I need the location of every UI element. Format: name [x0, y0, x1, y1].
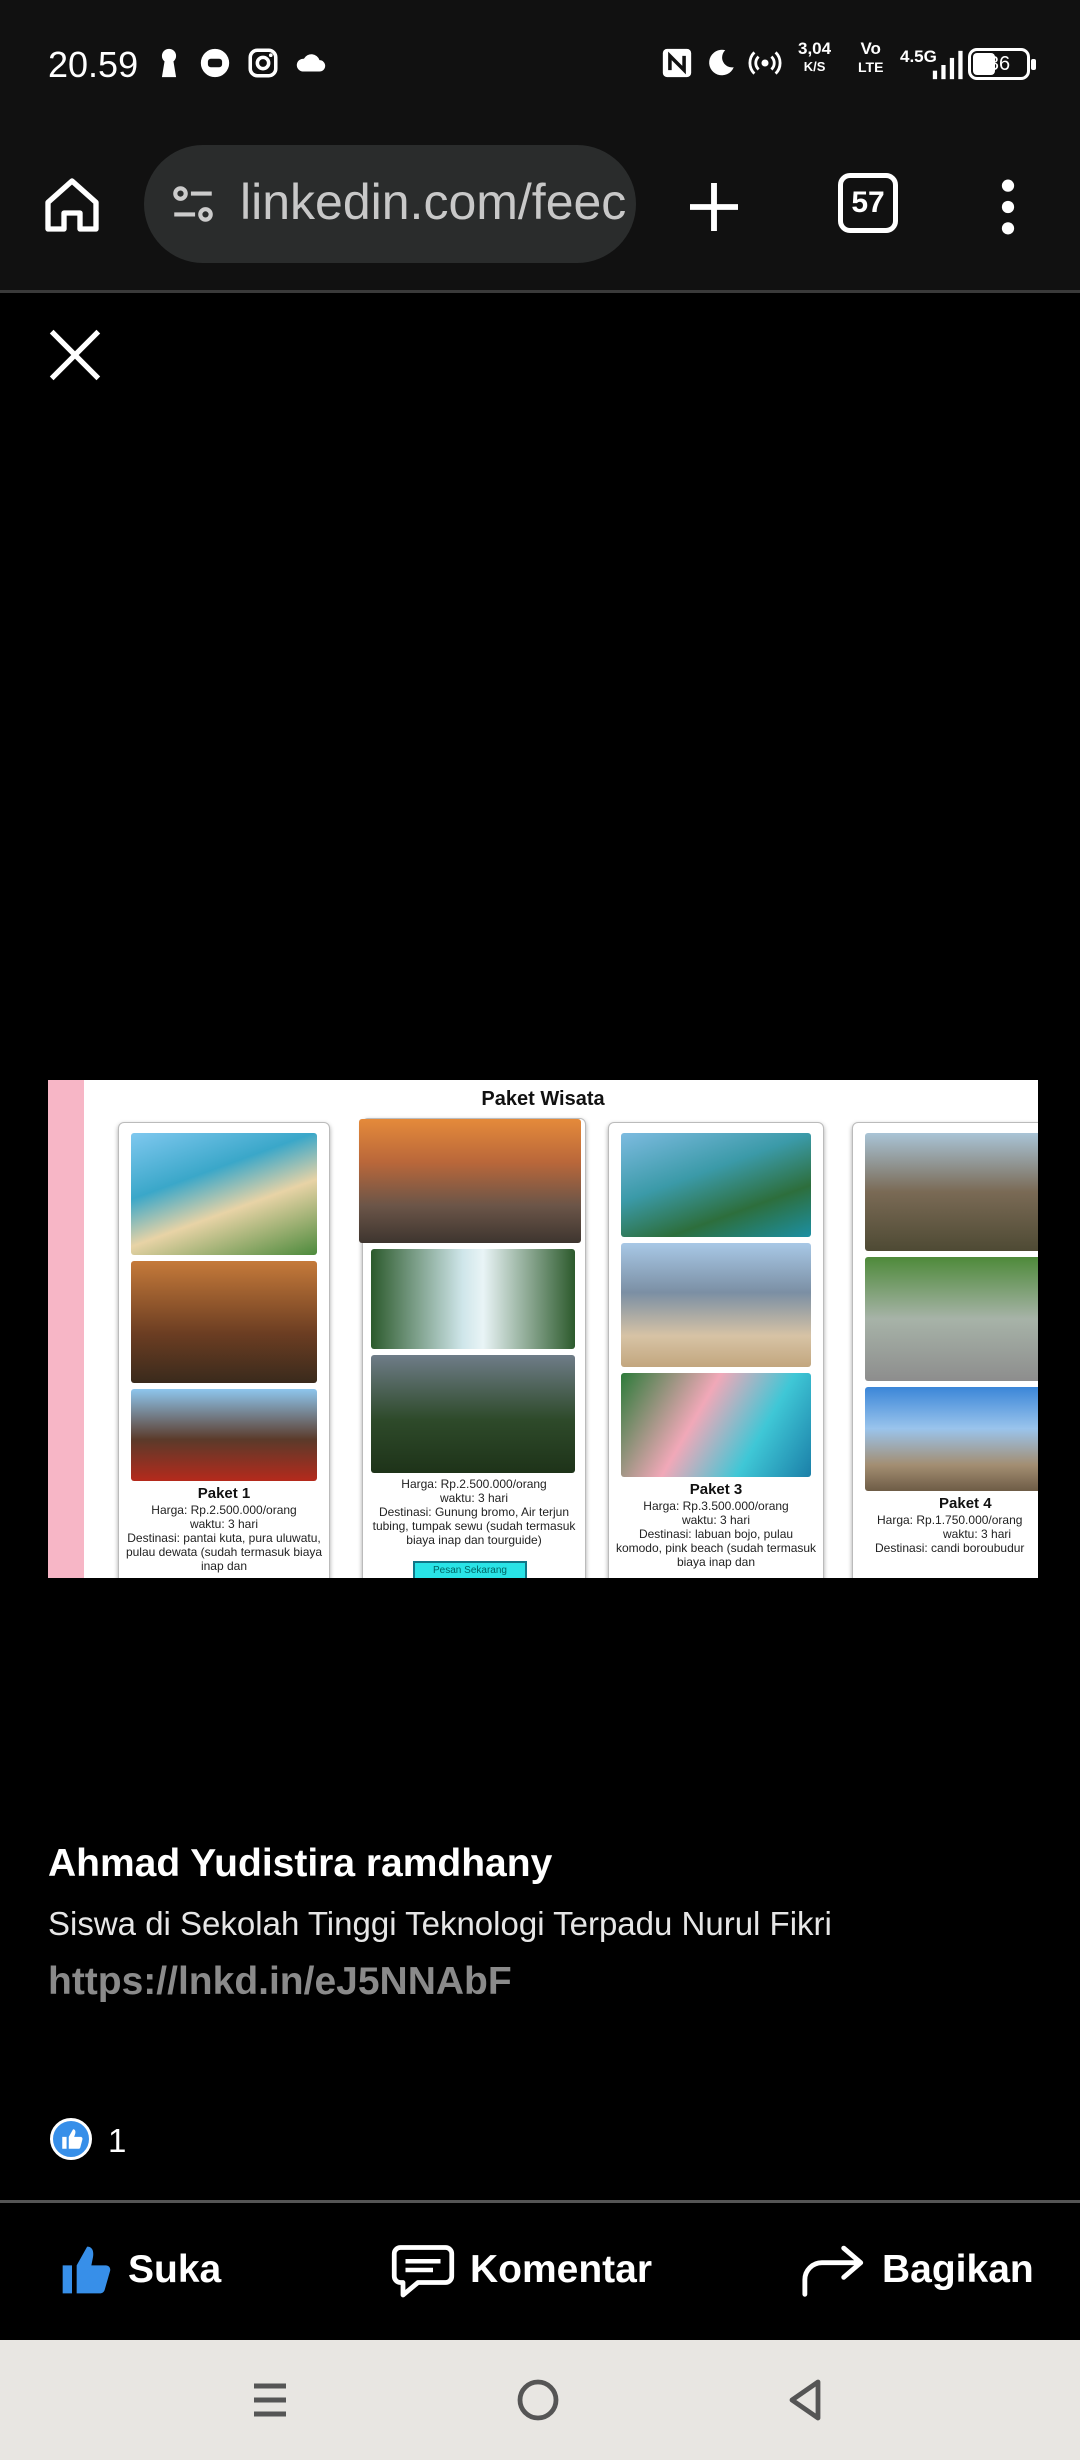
waterfall-photo: [371, 1249, 575, 1349]
package-card-3: Paket 3 Harga: Rp.3.500.000/orang waktu:…: [608, 1122, 824, 1578]
package-card-1: Paket 1 Harga: Rp.2.500.000/orang waktu:…: [118, 1122, 330, 1578]
new-tab-icon[interactable]: [682, 175, 746, 239]
share-label: Bagikan: [882, 2248, 1034, 2291]
package-4-title: Paket 4: [939, 1495, 992, 1512]
package-1-duration: waktu: 3 hari: [189, 1517, 259, 1531]
url-text: linkedin.com/feec: [240, 174, 627, 230]
reaction-count[interactable]: 1: [108, 2122, 126, 2160]
status-time: 20.59: [48, 44, 139, 85]
chat-bubble-icon: [200, 48, 230, 78]
back-icon[interactable]: [782, 2376, 830, 2424]
package-1-destinations: Destinasi: pantai kuta, pura uluwatu, pu…: [125, 1531, 323, 1573]
thumbs-up-icon: [62, 2246, 111, 2294]
nfc-icon: [662, 48, 692, 78]
borobudur-photo: [865, 1133, 1038, 1251]
more-options-icon[interactable]: [990, 175, 1026, 239]
package-1-price: Harga: Rp.2.500.000/orang: [151, 1503, 297, 1517]
moon-icon: [709, 49, 734, 76]
package-card-4: Paket 4 Harga: Rp.1.750.000/orang waktu:…: [852, 1122, 1038, 1578]
tab-switcher-button[interactable]: 57: [838, 173, 898, 233]
package-2-price: Harga: Rp.2.500.000/orang: [401, 1477, 547, 1491]
author-name[interactable]: Ahmad Yudistira ramdhany: [48, 1842, 552, 1886]
book-now-button: Pesan Sekarang: [413, 1561, 527, 1578]
share-arrow-icon: [802, 2245, 864, 2297]
package-1-title: Paket 1: [197, 1485, 251, 1502]
prambanan-photo: [865, 1387, 1038, 1491]
system-navigation-bar: [0, 2340, 1080, 2460]
comment-button[interactable]: Komentar: [390, 2240, 652, 2300]
tumpak-sewu-photo: [371, 1355, 575, 1473]
signal-icon: [932, 50, 963, 80]
beach-photo: [131, 1133, 317, 1255]
author-headline: Siswa di Sekolah Tinggi Teknologi Terpad…: [48, 1905, 832, 1942]
close-icon[interactable]: [40, 320, 110, 390]
package-3-price: Harga: Rp.3.500.000/orang: [643, 1499, 789, 1513]
package-2-destinations: Destinasi: Gunung bromo, Air terjun tubi…: [372, 1505, 576, 1547]
post-link[interactable]: https://lnkd.in/eJ5NNAbF: [48, 1960, 512, 2004]
komodo-photo: [621, 1243, 811, 1367]
labuan-bajo-photo: [621, 1133, 811, 1237]
home-nav-icon[interactable]: [514, 2376, 562, 2424]
cloud-icon: [296, 54, 326, 72]
volte-indicator: Vo LTE: [858, 39, 884, 76]
image-title: Paket Wisata: [481, 1088, 605, 1110]
pura-photo: [131, 1389, 317, 1481]
package-2-duration: waktu: 3 hari: [439, 1491, 509, 1505]
package-3-duration: waktu: 3 hari: [681, 1513, 751, 1527]
package-3-title: Paket 3: [689, 1481, 743, 1498]
site-settings-icon[interactable]: [168, 179, 218, 229]
post-image[interactable]: Paket Wisata Paket 1 Harga: Rp.2.500.000…: [48, 1080, 1038, 1578]
divider: [0, 2200, 1080, 2203]
instagram-icon: [248, 48, 278, 78]
package-4-destinations: Destinasi: candi boroubudur: [875, 1541, 1025, 1555]
pink-beach-photo: [621, 1373, 811, 1477]
package-3-destinations: Destinasi: labuan bojo, pulau komodo, pi…: [615, 1527, 817, 1569]
temple-sunset-photo: [131, 1261, 317, 1383]
package-card-2: Harga: Rp.2.500.000/orang waktu: 3 hari …: [359, 1118, 586, 1578]
like-label: Suka: [128, 2248, 222, 2291]
package-4-duration: waktu: 3 hari: [943, 1527, 1012, 1541]
browser-toolbar: linkedin.com/feec 57: [0, 135, 1080, 293]
image-left-strip: [48, 1080, 84, 1578]
network-speed: 3,04 K/S: [798, 39, 832, 75]
home-icon[interactable]: [40, 173, 104, 237]
status-bar: 20.59 3,04 K/S Vo LTE 4.5G 36: [0, 0, 1080, 135]
address-bar[interactable]: linkedin.com/feec: [144, 145, 636, 263]
like-button[interactable]: Suka: [58, 2240, 221, 2300]
bromo-photo: [359, 1119, 581, 1243]
comment-icon: [391, 2245, 455, 2298]
malioboro-photo: [865, 1257, 1038, 1381]
like-reaction-icon[interactable]: [50, 2118, 92, 2160]
hotspot-icon: [748, 51, 782, 75]
recent-apps-icon[interactable]: [246, 2376, 294, 2424]
share-button[interactable]: Bagikan: [800, 2240, 1034, 2300]
keyhole-icon: [161, 48, 177, 78]
comment-label: Komentar: [470, 2248, 653, 2291]
package-4-price: Harga: Rp.1.750.000/orang: [877, 1513, 1023, 1527]
battery-icon: 36: [968, 48, 1036, 80]
